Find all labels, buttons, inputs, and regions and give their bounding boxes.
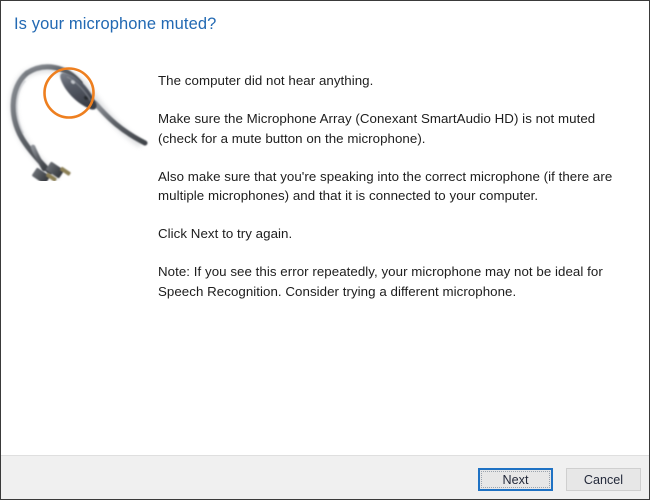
wizard-dialog-window: Is your microphone muted? The computer d… — [0, 0, 650, 500]
page-title: Is your microphone muted? — [14, 15, 217, 33]
next-button-label: Next — [502, 472, 529, 487]
cancel-button[interactable]: Cancel — [566, 468, 641, 491]
audio-plugs — [32, 161, 71, 181]
instruction-text-block: The computer did not hear anything. Make… — [158, 71, 618, 301]
instruction-paragraph-4: Click Next to try again. — [158, 226, 293, 241]
dialog-footer-bar: Next Cancel — [1, 455, 649, 499]
next-button[interactable]: Next — [478, 468, 553, 491]
instruction-paragraph-1: The computer did not hear anything. — [158, 73, 374, 88]
instruction-paragraph-note: Note: If you see this error repeatedly, … — [158, 264, 603, 299]
instruction-paragraph-3: Also make sure that you're speaking into… — [158, 168, 613, 204]
dialog-button-group: Next Cancel — [478, 468, 641, 491]
instruction-paragraph-2: Make sure the Microphone Array (Conexant… — [158, 111, 596, 146]
headset-cable-icon — [9, 64, 148, 181]
microphone-illustration — [3, 51, 151, 181]
cancel-button-label: Cancel — [583, 472, 624, 487]
